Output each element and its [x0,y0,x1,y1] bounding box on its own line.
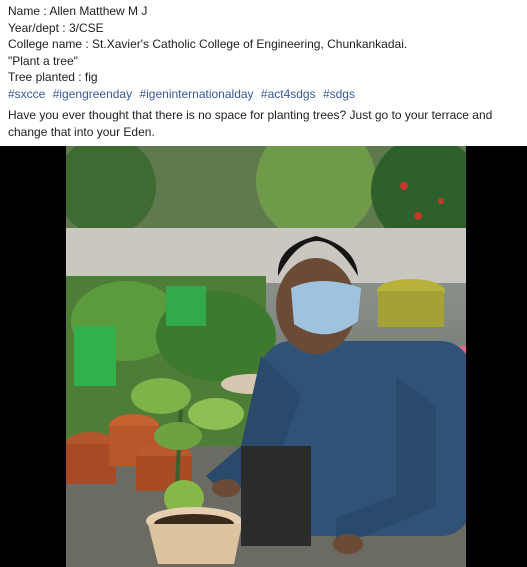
hashtag-sxcce[interactable]: #sxcce [8,87,45,101]
hashtag-act4sdgs[interactable]: #act4sdgs [261,87,316,101]
photo-frame[interactable] [0,146,527,567]
terrace-wall [66,228,466,283]
fig-leaf [154,422,202,450]
fig-leaf [131,378,191,414]
quote-line: "Plant a tree" [8,53,78,68]
hashtag-sdgs[interactable]: #sdgs [323,87,355,101]
photo-illustration [66,146,466,567]
post-photo[interactable] [66,146,466,567]
hashtags: #sxcce #igengreenday #igeninternationald… [8,86,519,103]
hashtag-igengreenday[interactable]: #igengreenday [53,87,132,101]
college-line: College name : St.Xavier's Catholic Coll… [8,37,408,51]
fig-leaf [188,398,244,430]
name-line: Name : Allen Matthew M J [8,4,148,18]
post-body: Have you ever thought that there is no s… [8,108,493,139]
post-text: Name : Allen Matthew M J Year/dept : 3/C… [8,3,519,140]
green-bucket [74,326,116,386]
trousers [241,446,311,546]
year-dept-line: Year/dept : 3/CSE [8,20,104,35]
green-basket [166,286,206,326]
hashtag-igeninternationalday[interactable]: #igeninternationalday [139,87,253,101]
tree-planted-line: Tree planted : fig [8,70,98,84]
hand-right [333,534,363,554]
hand-left [212,479,240,497]
